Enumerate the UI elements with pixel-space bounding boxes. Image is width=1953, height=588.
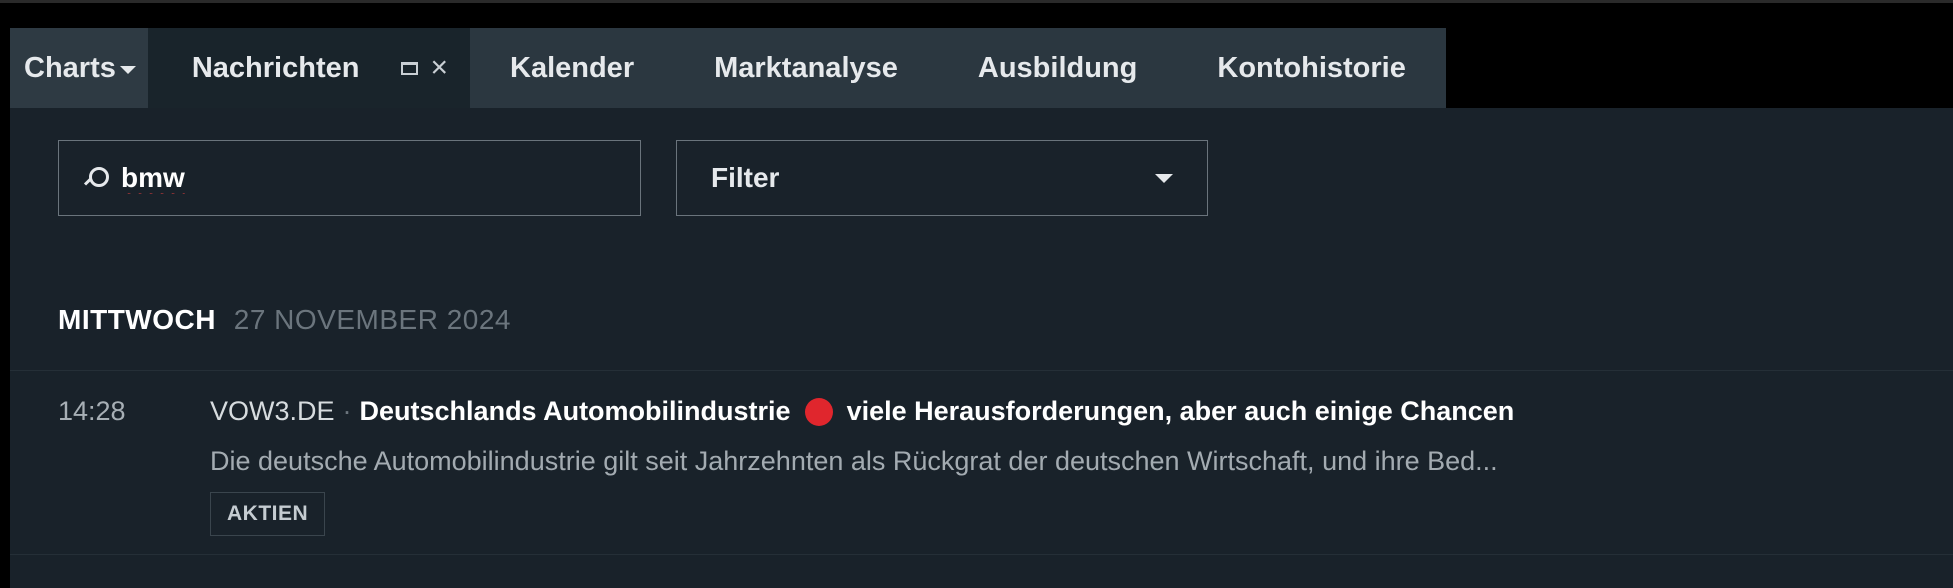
filter-selected-value: Filter [711,162,780,193]
charts-tab-label: Charts [24,51,116,84]
search-icon [81,163,111,193]
window-top-border [0,0,1953,3]
tab-marktanalyse[interactable]: Marktanalyse [674,28,938,108]
divider [10,554,1953,555]
news-title-part2: viele Herausforderungen, aber auch einig… [846,396,1515,426]
weekday-label: MITTWOCH [58,304,216,335]
news-symbol[interactable]: VOW3.DE [210,396,335,427]
news-list-item[interactable]: 14:28 VOW3.DE · Deutschlands Automobilin… [10,370,1953,554]
news-title-part1: Deutschlands Automobilindustrie [359,396,791,426]
chevron-down-icon [1155,173,1173,183]
news-summary: Die deutsche Automobilindustrie gilt sei… [210,446,1498,476]
tab-kalender[interactable]: Kalender [470,28,675,108]
news-time: 14:28 [58,396,126,426]
tab-label: Ausbildung [977,51,1138,84]
tab-kontohistorie[interactable]: Kontohistorie [1177,28,1446,108]
news-panel: Filter MITTWOCH 27 NOVEMBER 2024 14:28 V… [10,108,1953,588]
tab-label: Kalender [510,51,635,84]
tab-label: Kontohistorie [1217,51,1406,84]
tab-ausbildung[interactable]: Ausbildung [937,28,1178,108]
charts-dropdown-tab[interactable]: Charts [10,28,148,108]
maximize-icon[interactable] [401,61,419,75]
news-headline[interactable]: VOW3.DE · Deutschlands Automobilindustri… [210,396,1514,427]
tab-nachrichten[interactable]: Nachrichten × [147,28,470,108]
tab-label: Nachrichten [191,51,360,84]
tab-bar: Charts Nachrichten × Kalender Marktanaly… [10,28,1446,108]
date-group-header: MITTWOCH 27 NOVEMBER 2024 [58,304,511,336]
search-box[interactable] [58,140,641,216]
tab-label: Marktanalyse [714,51,898,84]
date-label: 27 NOVEMBER 2024 [233,304,511,335]
news-category-tag[interactable]: AKTIEN [210,492,326,536]
search-input[interactable] [121,162,601,194]
app-window: Charts Nachrichten × Kalender Marktanaly… [0,0,1953,588]
caret-down-icon [119,66,136,74]
close-icon[interactable]: × [430,53,448,83]
filter-dropdown[interactable]: Filter [676,140,1208,216]
red-circle-icon [804,397,833,426]
separator: · [342,396,352,426]
